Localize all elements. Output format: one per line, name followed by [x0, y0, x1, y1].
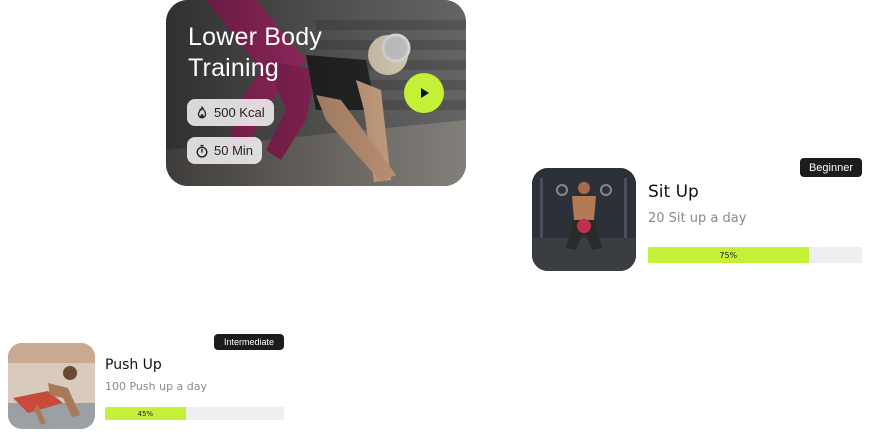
calories-value: 500 Kcal [214, 105, 265, 120]
duration-chip: 50 Min [187, 137, 263, 164]
play-button[interactable] [404, 73, 444, 113]
level-badge-intermediate: Intermediate [214, 334, 284, 350]
push-up-photo [8, 343, 95, 429]
workout-name: Sit Up [648, 182, 699, 202]
workout-name: Push Up [105, 357, 162, 373]
kettlebell-photo [532, 168, 636, 271]
level-badge-beginner: Beginner [800, 158, 862, 177]
progress-fill: 45% [105, 407, 186, 420]
progress-bar: 45% [105, 407, 284, 420]
progress-bar: 75% [648, 247, 862, 263]
lower-body-training-card[interactable]: Lower Body Training 500 Kcal 50 Min [166, 0, 466, 186]
title-line-2: Training [188, 54, 279, 82]
title-line-1: Lower Body [188, 23, 323, 51]
duration-value: 50 Min [214, 143, 254, 158]
workout-subtitle: 100 Push up a day [105, 380, 208, 393]
play-icon [421, 88, 429, 98]
stopwatch-icon [196, 144, 208, 158]
progress-fill: 75% [648, 247, 809, 263]
push-up-thumbnail[interactable] [8, 343, 95, 429]
workout-subtitle: 20 Sit up a day [648, 211, 747, 226]
calories-chip: 500 Kcal [187, 99, 274, 126]
feature-title: Lower Body Training [188, 22, 388, 84]
progress-label: 75% [719, 250, 738, 260]
progress-label: 45% [137, 409, 154, 418]
sit-up-thumbnail[interactable] [532, 168, 636, 271]
flame-icon [197, 105, 207, 118]
